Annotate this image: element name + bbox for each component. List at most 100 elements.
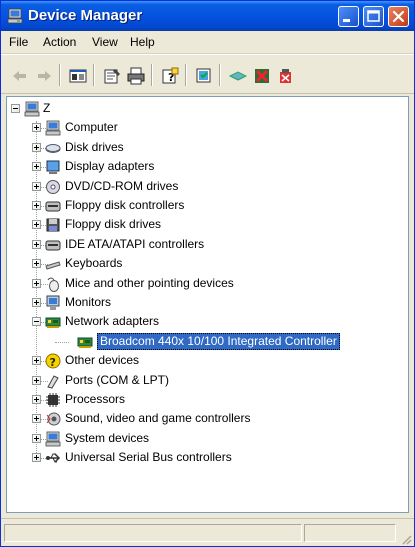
tree-item-sound-video-and-game-controllers[interactable]: Sound, video and game controllers <box>7 410 402 428</box>
tree-item-label[interactable]: System devices <box>65 431 149 446</box>
close-button[interactable] <box>388 6 409 27</box>
menu-view[interactable]: View <box>92 35 118 49</box>
tree-item-label[interactable]: Sound, video and game controllers <box>65 411 250 426</box>
title-bar[interactable]: Device Manager <box>1 1 414 31</box>
monitor-icon <box>45 295 61 311</box>
network-adapter-icon <box>45 314 61 330</box>
expand-plus-icon[interactable] <box>32 298 41 307</box>
toolbar-separator <box>59 64 61 86</box>
minimize-button[interactable] <box>338 6 359 27</box>
system-device-icon <box>45 431 61 447</box>
resize-grip-icon[interactable] <box>400 533 412 545</box>
forward-arrow-icon[interactable] <box>33 65 55 87</box>
show-hide-console-tree-icon[interactable] <box>67 65 89 87</box>
svg-text:?: ? <box>50 356 56 369</box>
tree-item-label[interactable]: Floppy disk drives <box>65 217 161 232</box>
tree-item-other-devices[interactable]: ? Other devices <box>7 352 402 370</box>
tree-item-universal-serial-bus-controllers[interactable]: Universal Serial Bus controllers <box>7 449 402 467</box>
tree-item-label[interactable]: Network adapters <box>65 314 159 329</box>
tree-item-processors[interactable]: Processors <box>7 391 402 409</box>
collapse-minus-icon[interactable] <box>32 317 41 327</box>
update-driver-icon[interactable] <box>227 65 249 87</box>
tree-item-label[interactable]: Display adapters <box>65 159 154 174</box>
computer-icon <box>24 101 40 117</box>
status-panel-secondary <box>304 524 396 542</box>
floppy-drive-icon <box>45 217 61 233</box>
menu-file[interactable]: File <box>9 35 28 49</box>
tree-item-ide-ata-atapi-controllers[interactable]: IDE ATA/ATAPI controllers <box>7 236 402 254</box>
status-bar <box>1 518 414 546</box>
tree-item-computer[interactable]: Computer <box>7 119 402 137</box>
tree-item-label[interactable]: Processors <box>65 392 125 407</box>
device-tree[interactable]: Z Computer Disk drives Display adapters DVD/… <box>6 96 409 513</box>
tree-item-label[interactable]: Monitors <box>65 295 111 310</box>
window-title: Device Manager <box>28 7 143 24</box>
tree-item-network-adapters[interactable]: Network adapters <box>7 313 402 331</box>
tree-item-floppy-disk-drives[interactable]: Floppy disk drives <box>7 216 402 234</box>
help-icon[interactable]: ? <box>159 65 181 87</box>
tree-item-label[interactable]: Disk drives <box>65 140 124 155</box>
maximize-button[interactable] <box>363 6 384 27</box>
menu-help[interactable]: Help <box>130 35 155 49</box>
tree-item-label[interactable]: Keyboards <box>65 256 122 271</box>
tree-item-keyboards[interactable]: Keyboards <box>7 255 402 273</box>
tree-item-label[interactable]: Universal Serial Bus controllers <box>65 450 232 465</box>
display-adapter-icon <box>45 159 61 175</box>
toolbar-separator <box>151 64 153 86</box>
tree-item-label[interactable]: Z <box>43 101 50 116</box>
disable-device-icon[interactable] <box>251 65 273 87</box>
print-icon[interactable] <box>125 65 147 87</box>
toolbar-separator <box>219 64 221 86</box>
expand-plus-icon[interactable] <box>32 433 41 443</box>
tree-item-disk-drives[interactable]: Disk drives <box>7 139 402 157</box>
collapse-minus-icon[interactable] <box>11 104 20 113</box>
computer-icon <box>7 8 23 24</box>
expand-plus-icon[interactable] <box>32 395 41 404</box>
expand-plus-icon[interactable] <box>32 356 41 366</box>
expand-plus-icon[interactable] <box>32 278 41 288</box>
tree-item-broadcom-440x-10-100-integrated-controller[interactable]: Broadcom 440x 10/100 Integrated Controll… <box>7 332 402 351</box>
tree-item-label[interactable]: Mice and other pointing devices <box>65 276 234 291</box>
usb-icon <box>45 450 61 466</box>
tree-item-label[interactable]: Broadcom 440x 10/100 Integrated Controll… <box>97 332 340 350</box>
port-icon <box>45 373 61 389</box>
tree-item-label[interactable]: Other devices <box>65 353 139 368</box>
expand-plus-icon[interactable] <box>32 162 41 172</box>
tree-item-display-adapters[interactable]: Display adapters <box>7 158 402 176</box>
tree-item-mice-and-other-pointing-devices[interactable]: Mice and other pointing devices <box>7 275 402 293</box>
uninstall-device-icon[interactable] <box>275 65 297 87</box>
tree-item-monitors[interactable]: Monitors <box>7 294 402 312</box>
back-arrow-icon[interactable] <box>9 65 31 87</box>
tree-item-system-devices[interactable]: System devices <box>7 430 402 448</box>
expand-plus-icon[interactable] <box>32 453 41 463</box>
expand-plus-icon[interactable] <box>32 414 41 424</box>
tree-item-label[interactable]: DVD/CD-ROM drives <box>65 179 178 194</box>
cd-drive-icon <box>45 179 61 195</box>
sound-icon <box>45 411 61 427</box>
expand-plus-icon[interactable] <box>32 259 41 269</box>
expand-plus-icon[interactable] <box>32 220 41 230</box>
device-manager-window: Device Manager File Action View Help ? Z… <box>0 0 415 547</box>
expand-plus-icon[interactable] <box>32 181 41 191</box>
tree-item-label[interactable]: Ports (COM & LPT) <box>65 373 169 388</box>
keyboard-icon <box>45 256 61 272</box>
expand-plus-icon[interactable] <box>32 201 41 210</box>
tree-item-label[interactable]: Floppy disk controllers <box>65 198 184 213</box>
tree-item-ports-com-lpt[interactable]: Ports (COM & LPT) <box>7 372 402 390</box>
expand-plus-icon[interactable] <box>32 142 41 152</box>
scan-hardware-icon[interactable] <box>193 65 215 87</box>
expand-plus-icon[interactable] <box>32 375 41 385</box>
tree-item-floppy-disk-controllers[interactable]: Floppy disk controllers <box>7 197 402 215</box>
tree-item-dvd-cd-rom-drives[interactable]: DVD/CD-ROM drives <box>7 178 402 196</box>
tree-item-label[interactable]: IDE ATA/ATAPI controllers <box>65 237 204 252</box>
menu-action[interactable]: Action <box>43 35 76 49</box>
tree-root[interactable]: Z <box>7 100 402 118</box>
properties-icon[interactable] <box>101 65 123 87</box>
toolbar-separator <box>93 64 95 86</box>
expand-plus-icon[interactable] <box>32 123 41 133</box>
disk-drive-icon <box>45 140 61 156</box>
tree-item-label[interactable]: Computer <box>65 120 118 135</box>
floppy-controller-icon <box>45 198 61 214</box>
expand-plus-icon[interactable] <box>32 239 41 249</box>
ide-controller-icon <box>45 237 61 253</box>
